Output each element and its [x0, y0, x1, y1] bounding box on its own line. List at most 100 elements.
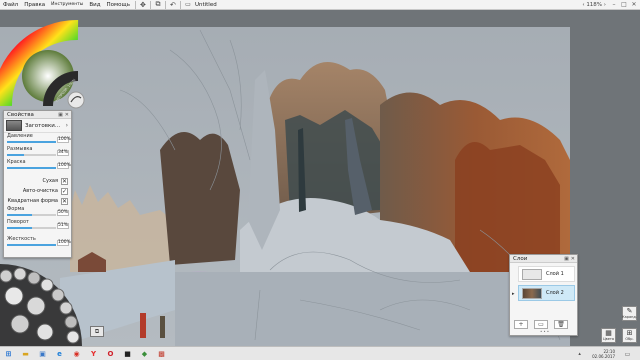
- check-square-shape[interactable]: Квадратная форма ✕: [4, 196, 71, 206]
- slider-track[interactable]: [7, 227, 56, 229]
- slider-track[interactable]: [7, 154, 56, 156]
- left-dark-trees: [160, 132, 240, 265]
- close-icon[interactable]: ✕: [571, 256, 575, 262]
- minimize-icon[interactable]: –: [610, 0, 618, 10]
- sketchbook-icon[interactable]: ▩: [155, 348, 168, 360]
- slider-value[interactable]: 50%: [57, 210, 69, 216]
- pencil-caption: Каранд.: [622, 315, 637, 319]
- layer-name: Слой 1: [546, 271, 564, 277]
- chrome-icon[interactable]: ◉: [70, 348, 83, 360]
- menu-tools[interactable]: Инструменты: [48, 0, 86, 10]
- chevron-right-icon: ›: [65, 122, 68, 129]
- zoom-value: 118%: [586, 2, 603, 8]
- brush-caption: Обр.: [625, 337, 634, 341]
- checkmark-icon[interactable]: ✓: [61, 187, 68, 195]
- check-auto-clean[interactable]: Авто-очистка ✓: [4, 186, 71, 196]
- layers-panel: Слои ▣ ✕ Слой 1 ▸ Слой 2 + ▭ 🗑 •••: [509, 254, 578, 336]
- slider-row[interactable]: Форма 50%: [4, 206, 71, 219]
- start-icon[interactable]: ⊞: [2, 348, 15, 360]
- add-layer-icon[interactable]: +: [514, 320, 528, 329]
- tool-slot-icon: [36, 323, 54, 341]
- menu-view[interactable]: Вид: [86, 0, 103, 10]
- undo-icon[interactable]: ↶: [168, 0, 178, 10]
- store-icon[interactable]: ▣: [36, 348, 49, 360]
- slider-track[interactable]: [7, 214, 56, 216]
- menu-help[interactable]: Помощь: [104, 0, 133, 10]
- edge-icon[interactable]: e: [53, 348, 66, 360]
- menu-edit[interactable]: Правка: [21, 0, 48, 10]
- panel-title-bar[interactable]: Слои ▣ ✕: [510, 255, 577, 263]
- tool-slot-icon: [0, 269, 13, 283]
- zoom-level[interactable]: ‹ 118% ›: [582, 0, 606, 10]
- color-button[interactable]: ▦ Цвета: [601, 328, 616, 343]
- layer-actions: + ▭ 🗑: [514, 320, 568, 329]
- menu-separator: [164, 0, 166, 9]
- layer-item-active[interactable]: ▸ Слой 2: [512, 285, 575, 301]
- x-icon[interactable]: ✕: [61, 197, 68, 205]
- current-layer-icon: ▸: [512, 291, 515, 297]
- reflection-post: [160, 316, 165, 338]
- tool-slot-icon: [27, 271, 41, 285]
- clock-date: 02.06.2017: [592, 354, 615, 359]
- brush-lagoon[interactable]: [0, 262, 88, 346]
- media-icon[interactable]: ■: [121, 348, 134, 360]
- slider-value[interactable]: 51%: [57, 223, 69, 229]
- slider-fill: [7, 244, 56, 246]
- slider-value[interactable]: 100%: [57, 163, 71, 169]
- reflection-post: [140, 313, 146, 338]
- opera-icon[interactable]: O: [104, 348, 117, 360]
- notifications-icon[interactable]: ▭: [621, 348, 634, 360]
- slider-fill: [7, 214, 32, 216]
- navigator-icon: ⧉: [94, 328, 100, 335]
- pencil-button[interactable]: ✎ Каранд.: [622, 306, 637, 321]
- slider-value[interactable]: 100%: [57, 137, 71, 143]
- document-icon: ▭: [185, 1, 191, 8]
- slider-group: Давление 100% Размывка 34% Краска 100%: [4, 133, 71, 172]
- slider-track[interactable]: [7, 167, 56, 169]
- close-icon[interactable]: ✕: [65, 112, 69, 118]
- transform-icon[interactable]: ⧉: [153, 0, 163, 10]
- menu-separator: [134, 0, 136, 9]
- document-title: Untitled: [194, 1, 217, 8]
- menu-file[interactable]: Файл: [0, 0, 21, 10]
- yandex-icon[interactable]: Y: [87, 348, 100, 360]
- menu-bar: Файл Правка Инструменты Вид Помощь ✥ ⧉ ↶…: [0, 0, 640, 10]
- canvas-navigator-button[interactable]: ⧉: [90, 326, 104, 337]
- maximize-icon[interactable]: □: [620, 0, 628, 10]
- check-label: Авто-очистка: [22, 188, 58, 194]
- pin-icon[interactable]: ▣: [58, 112, 63, 118]
- slider-row[interactable]: Краска 100%: [4, 159, 71, 172]
- slider-value[interactable]: 34%: [57, 150, 69, 156]
- check-dry[interactable]: Сухая ✕: [4, 176, 71, 186]
- trash-icon[interactable]: 🗑: [554, 320, 568, 329]
- app-icon[interactable]: ◆: [138, 348, 151, 360]
- slider-track[interactable]: [7, 141, 56, 143]
- color-wheel[interactable]: НЕПРОЗР. 100%: [0, 16, 86, 110]
- preset-selector[interactable]: Заготовки... ›: [4, 119, 71, 133]
- slider-row[interactable]: Жесткость 100%: [4, 236, 71, 249]
- clock[interactable]: 22:10 02.06.2017: [592, 349, 615, 359]
- brush-icon: ⊞: [626, 329, 633, 337]
- brush-button[interactable]: ⊞ Обр.: [622, 328, 637, 343]
- explorer-icon[interactable]: ▬: [19, 348, 32, 360]
- slider-track[interactable]: [7, 244, 56, 246]
- slider-row[interactable]: Размывка 34%: [4, 146, 71, 159]
- layer-item[interactable]: Слой 1: [518, 266, 575, 282]
- slider-row[interactable]: Поворот 51%: [4, 219, 71, 232]
- panel-title-bar[interactable]: Свойства ▣ ✕: [4, 111, 71, 119]
- slider-value[interactable]: 100%: [57, 240, 71, 246]
- brush-stroke-icon: [67, 91, 85, 109]
- folder-icon[interactable]: ▭: [534, 320, 548, 329]
- move-icon[interactable]: ✥: [138, 0, 148, 10]
- slider-fill: [7, 167, 56, 169]
- system-tray: ▴ 22:10 02.06.2017 ▭: [571, 348, 636, 360]
- network-icon[interactable]: ▴: [573, 348, 586, 360]
- pencil-icon: ✎: [626, 307, 633, 315]
- pin-icon[interactable]: ▣: [564, 256, 569, 262]
- color-puck[interactable]: НЕПРОЗР. 100%: [0, 16, 86, 110]
- x-icon[interactable]: ✕: [61, 177, 68, 185]
- layer-thumbnail: [522, 287, 542, 299]
- close-icon[interactable]: ✕: [630, 0, 638, 10]
- slider-row[interactable]: Давление 100%: [4, 133, 71, 146]
- panel-grip[interactable]: •••: [540, 329, 550, 334]
